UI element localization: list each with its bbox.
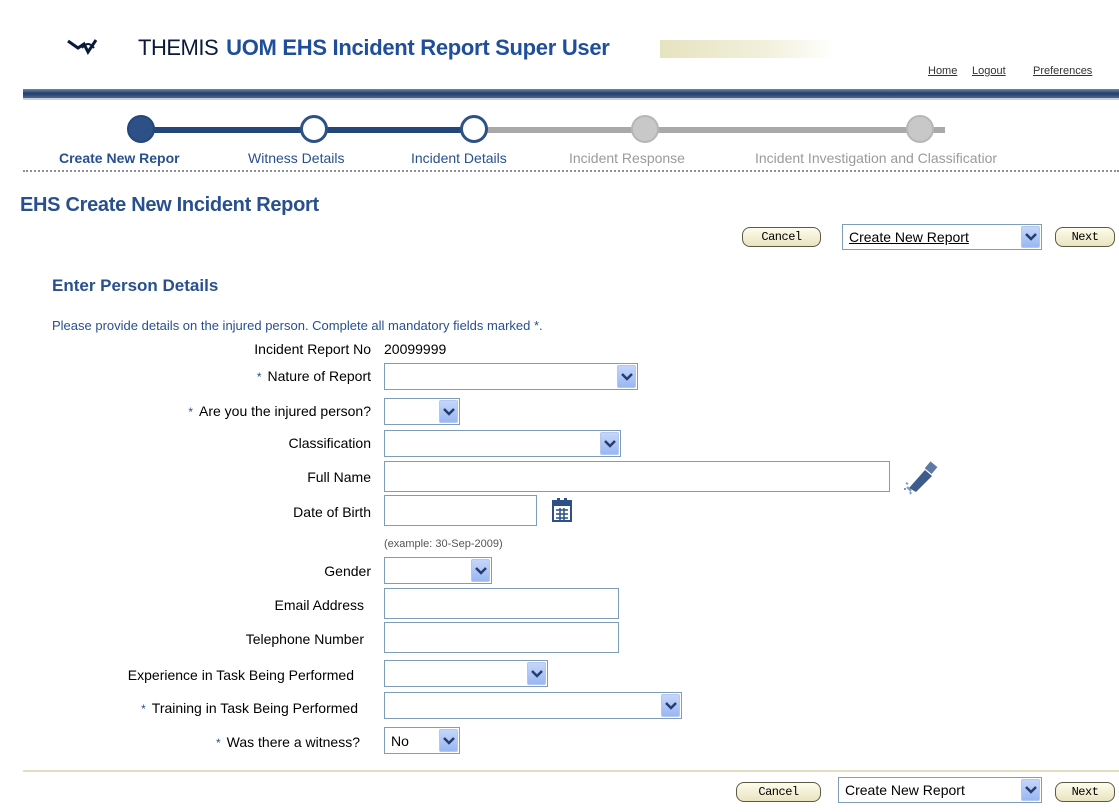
instruction-text: Please provide details on the injured pe… bbox=[52, 318, 543, 333]
cancel-button-bottom[interactable]: Cancel bbox=[736, 782, 821, 802]
bottom-divider bbox=[23, 770, 1119, 772]
next-button-bottom[interactable]: Next bbox=[1055, 782, 1115, 802]
required-marker: * bbox=[141, 702, 146, 716]
required-marker: * bbox=[188, 405, 193, 419]
report-no-label: Incident Report No bbox=[254, 341, 371, 357]
required-marker: * bbox=[256, 370, 262, 384]
page-navigation-value-bottom: Create New Report bbox=[845, 782, 965, 798]
telephone-input[interactable] bbox=[384, 622, 619, 653]
train-label-incident-details[interactable]: Incident Details bbox=[411, 150, 507, 166]
app-brand: THEMIS UOM EHS Incident Report Super Use… bbox=[66, 35, 610, 61]
page-navigation-value: Create New Report bbox=[849, 229, 969, 245]
train-divider bbox=[23, 170, 1119, 172]
email-input[interactable] bbox=[384, 588, 619, 619]
calendar-icon[interactable] bbox=[552, 498, 572, 522]
gender-select[interactable] bbox=[384, 557, 492, 584]
flashlight-icon[interactable] bbox=[901, 459, 939, 495]
telephone-label: Telephone Number bbox=[245, 631, 364, 647]
witness-value: No bbox=[391, 732, 409, 749]
cancel-button[interactable]: Cancel bbox=[742, 227, 821, 247]
required-marker: * bbox=[216, 736, 221, 750]
train-label-create-report: Create New Repor bbox=[59, 150, 180, 166]
logout-link[interactable]: Logout bbox=[972, 65, 1006, 77]
nature-label: * Nature of Report bbox=[257, 368, 371, 384]
train-connector bbox=[475, 127, 945, 133]
injured-person-select[interactable] bbox=[384, 398, 460, 425]
train-label-witness-details[interactable]: Witness Details bbox=[248, 150, 344, 166]
train-label-incident-response: Incident Response bbox=[569, 150, 685, 166]
witness-label: * Was there a witness? bbox=[216, 734, 360, 750]
witness-label-text: Was there a witness? bbox=[226, 734, 360, 750]
train-label-investigation: Incident Investigation and Classificatio… bbox=[755, 150, 998, 166]
chevron-down-icon[interactable] bbox=[1021, 226, 1040, 248]
classification-label: Classification bbox=[288, 435, 371, 451]
chevron-down-icon[interactable] bbox=[1021, 779, 1040, 801]
training-select[interactable] bbox=[384, 692, 682, 719]
train-stop-incident-response bbox=[631, 115, 659, 143]
chevron-down-icon[interactable] bbox=[661, 694, 680, 717]
chevron-down-icon[interactable] bbox=[600, 432, 619, 455]
chevron-down-icon[interactable] bbox=[439, 729, 458, 752]
brand-name: THEMIS bbox=[138, 35, 219, 60]
gender-label: Gender bbox=[324, 563, 371, 579]
experience-select[interactable] bbox=[384, 660, 548, 687]
injured-label: * Are you the injured person? bbox=[188, 403, 371, 419]
page-navigation-select-bottom[interactable]: Create New Report bbox=[838, 777, 1042, 803]
email-label: Email Address bbox=[274, 597, 364, 613]
app-title: UOM EHS Incident Report Super User bbox=[226, 35, 610, 60]
injured-label-text: Are you the injured person? bbox=[199, 403, 371, 419]
page-title: EHS Create New Incident Report bbox=[20, 194, 319, 216]
classification-select[interactable] bbox=[384, 430, 621, 457]
train-stop-investigation bbox=[906, 115, 934, 143]
nature-of-report-select[interactable] bbox=[384, 363, 638, 390]
section-title: Enter Person Details bbox=[52, 276, 219, 295]
chevron-down-icon[interactable] bbox=[439, 400, 458, 423]
chevron-down-icon[interactable] bbox=[471, 559, 490, 582]
full-name-label: Full Name bbox=[307, 469, 371, 485]
header-bar bbox=[23, 89, 1119, 98]
train-stop-witness-details[interactable] bbox=[300, 115, 328, 143]
chevron-down-icon[interactable] bbox=[617, 365, 636, 388]
preferences-link[interactable]: Preferences bbox=[1033, 65, 1092, 77]
witness-select[interactable]: No bbox=[384, 727, 460, 754]
experience-label: Experience in Task Being Performed bbox=[127, 667, 354, 683]
full-name-input[interactable] bbox=[384, 461, 890, 492]
training-label: * Training in Task Being Performed bbox=[141, 700, 358, 716]
train-connector bbox=[315, 127, 475, 133]
date-format-hint: (example: 30-Sep-2009) bbox=[384, 538, 503, 550]
training-label-text: Training in Task Being Performed bbox=[151, 700, 358, 716]
train-stop-incident-details[interactable] bbox=[460, 115, 488, 143]
dob-label: Date of Birth bbox=[293, 504, 371, 520]
report-no-value: 20099999 bbox=[384, 341, 447, 357]
train-connector bbox=[140, 127, 315, 133]
dob-input[interactable] bbox=[384, 495, 537, 526]
header-bar-shadow bbox=[23, 98, 1119, 100]
next-button[interactable]: Next bbox=[1055, 227, 1115, 247]
chevron-down-icon[interactable] bbox=[527, 662, 546, 685]
themis-logo-icon bbox=[67, 39, 98, 55]
home-link[interactable]: Home bbox=[928, 65, 957, 77]
nature-label-text: Nature of Report bbox=[267, 368, 372, 384]
page-navigation-select[interactable]: Create New Report bbox=[842, 224, 1042, 250]
train-stop-create-report bbox=[127, 115, 155, 143]
brand-decoration bbox=[660, 40, 836, 58]
